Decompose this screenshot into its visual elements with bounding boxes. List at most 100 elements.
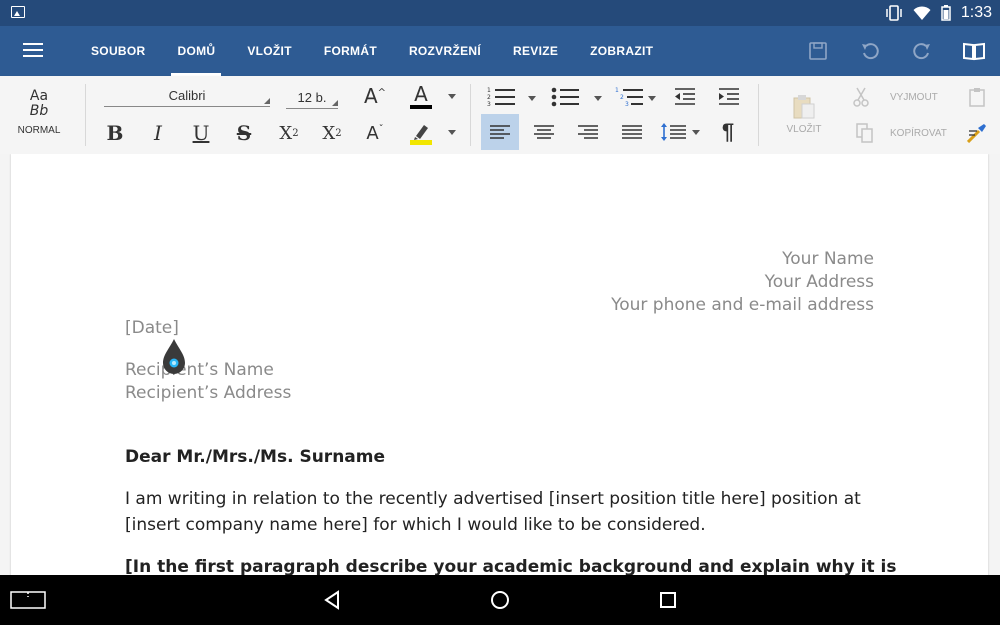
sender-name[interactable]: Your Name <box>782 249 874 269</box>
back-button[interactable] <box>310 575 354 625</box>
greeting[interactable]: Dear Mr./Mrs./Ms. Surname <box>125 447 385 467</box>
formatting-ribbon: Aa Bb NORMAL Calibri 12 b. A^ A B I U S … <box>0 76 1000 155</box>
recents-icon <box>660 592 676 608</box>
multilevel-list-dropdown[interactable] <box>644 88 660 108</box>
grow-font-button[interactable]: A^ <box>357 82 393 110</box>
font-name-dropdown[interactable]: Calibri <box>104 84 270 107</box>
align-left-icon <box>490 125 510 139</box>
sender-contact[interactable]: Your phone and e-mail address <box>611 295 874 315</box>
tab-view[interactable]: ZOBRAZIT <box>574 26 669 76</box>
chevron-down-icon <box>528 95 536 101</box>
keyboard-toggle-button[interactable] <box>6 575 50 625</box>
underline-button[interactable]: U <box>184 116 218 150</box>
hamburger-menu-icon[interactable] <box>23 43 43 57</box>
chevron-down-icon <box>448 129 456 135</box>
font-size-dropdown[interactable]: 12 b. <box>286 86 338 109</box>
show-formatting-marks-button[interactable]: ¶ <box>710 114 746 150</box>
style-preview-bottom: Bb <box>29 102 49 119</box>
recipient-address[interactable]: Recipient’s Address <box>125 383 291 403</box>
numbered-list-button[interactable]: 123 <box>484 82 518 112</box>
bullet-list-button[interactable] <box>548 82 582 112</box>
paragraph-1-line-2[interactable]: [insert company name here] for which I w… <box>125 515 706 535</box>
tab-format[interactable]: FORMÁT <box>308 26 393 76</box>
font-color-dropdown[interactable] <box>444 86 460 106</box>
save-button[interactable] <box>792 26 844 76</box>
svg-text:2: 2 <box>487 94 491 101</box>
tab-layout[interactable]: ROZVRŽENÍ <box>393 26 497 76</box>
align-right-button[interactable] <box>569 114 607 150</box>
superscript-button[interactable]: X2 <box>315 116 349 150</box>
book-icon <box>963 42 985 61</box>
read-mode-button[interactable] <box>948 26 1000 76</box>
clipboard-icon <box>969 88 985 107</box>
document-canvas[interactable]: Your Name Your Address Your phone and e-… <box>0 154 1000 575</box>
copy-label: KOPÍROVAT <box>890 127 947 139</box>
shrink-font-button[interactable]: Aˇ <box>357 116 393 150</box>
pilcrow-icon: ¶ <box>721 119 735 144</box>
bullet-list-dropdown[interactable] <box>590 88 606 108</box>
copy-icon <box>856 123 873 143</box>
decrease-indent-button[interactable] <box>668 82 702 112</box>
font-color-icon: A <box>414 81 428 106</box>
svg-text:3: 3 <box>625 101 629 108</box>
increase-indent-button[interactable] <box>712 82 746 112</box>
undo-button[interactable] <box>844 26 896 76</box>
recipient-name[interactable]: Recipient’s Name <box>125 360 274 380</box>
undo-icon <box>862 43 879 60</box>
paste-special-button[interactable] <box>962 84 992 110</box>
style-name: NORMAL <box>17 124 61 136</box>
paste-button[interactable]: VLOŽIT <box>770 84 838 144</box>
italic-button[interactable]: I <box>141 116 175 150</box>
align-center-icon <box>534 125 554 139</box>
line-spacing-button[interactable] <box>656 114 690 150</box>
recents-button[interactable] <box>646 575 690 625</box>
justify-button[interactable] <box>613 114 651 150</box>
tab-file[interactable]: SOUBOR <box>75 26 161 76</box>
line-spacing-dropdown[interactable] <box>688 122 704 142</box>
chevron-down-icon <box>692 129 700 135</box>
highlighter-icon <box>414 124 428 140</box>
svg-text:1: 1 <box>487 87 491 94</box>
multilevel-list-icon: 123 <box>615 87 643 108</box>
shrink-font-icon: Aˇ <box>366 122 384 144</box>
paragraph-1-line-1[interactable]: I am writing in relation to the recently… <box>125 489 861 509</box>
tab-home[interactable]: DOMŮ <box>161 26 231 76</box>
paste-label: VLOŽIT <box>786 123 822 135</box>
font-color-swatch <box>410 104 432 109</box>
numbered-list-dropdown[interactable] <box>524 88 540 108</box>
font-name-value: Calibri <box>168 87 206 103</box>
format-painter-button[interactable] <box>962 120 992 146</box>
font-color-button[interactable]: A <box>404 80 438 112</box>
cut-button[interactable]: VYJMOUT <box>852 84 952 110</box>
strikethrough-button[interactable]: S <box>227 116 261 150</box>
highlight-dropdown[interactable] <box>444 122 460 142</box>
multilevel-list-button[interactable]: 123 <box>612 82 646 112</box>
align-center-button[interactable] <box>525 114 563 150</box>
tab-review[interactable]: REVIZE <box>497 26 574 76</box>
tab-insert[interactable]: VLOŽIT <box>231 26 307 76</box>
bold-button[interactable]: B <box>98 116 132 150</box>
subscript-button[interactable]: X2 <box>272 116 306 150</box>
home-button[interactable] <box>478 575 522 625</box>
copy-button[interactable]: KOPÍROVAT <box>856 120 956 146</box>
highlight-button[interactable] <box>404 116 438 150</box>
status-bar: 1:33 <box>0 0 1000 26</box>
paragraph-style-button[interactable]: Aa Bb NORMAL <box>8 82 70 142</box>
redo-button[interactable] <box>896 26 948 76</box>
dropdown-corner-icon <box>264 98 270 104</box>
grow-font-icon: A^ <box>363 84 387 108</box>
home-icon <box>491 591 509 609</box>
battery-icon <box>941 5 951 21</box>
cut-label: VYJMOUT <box>890 91 938 103</box>
navigation-bar <box>0 575 1000 625</box>
date-placeholder[interactable]: [Date] <box>125 318 179 338</box>
ribbon-divider <box>758 84 759 146</box>
document-page[interactable]: Your Name Your Address Your phone and e-… <box>11 154 988 575</box>
dropdown-corner-icon <box>332 100 338 106</box>
paragraph-2-line-1[interactable]: [In the first paragraph describe your ac… <box>125 557 896 575</box>
align-left-button[interactable] <box>481 114 519 150</box>
svg-text:1: 1 <box>615 87 619 94</box>
cursor-handle[interactable] <box>161 337 187 377</box>
ribbon-divider <box>85 84 86 146</box>
sender-address[interactable]: Your Address <box>765 272 874 292</box>
